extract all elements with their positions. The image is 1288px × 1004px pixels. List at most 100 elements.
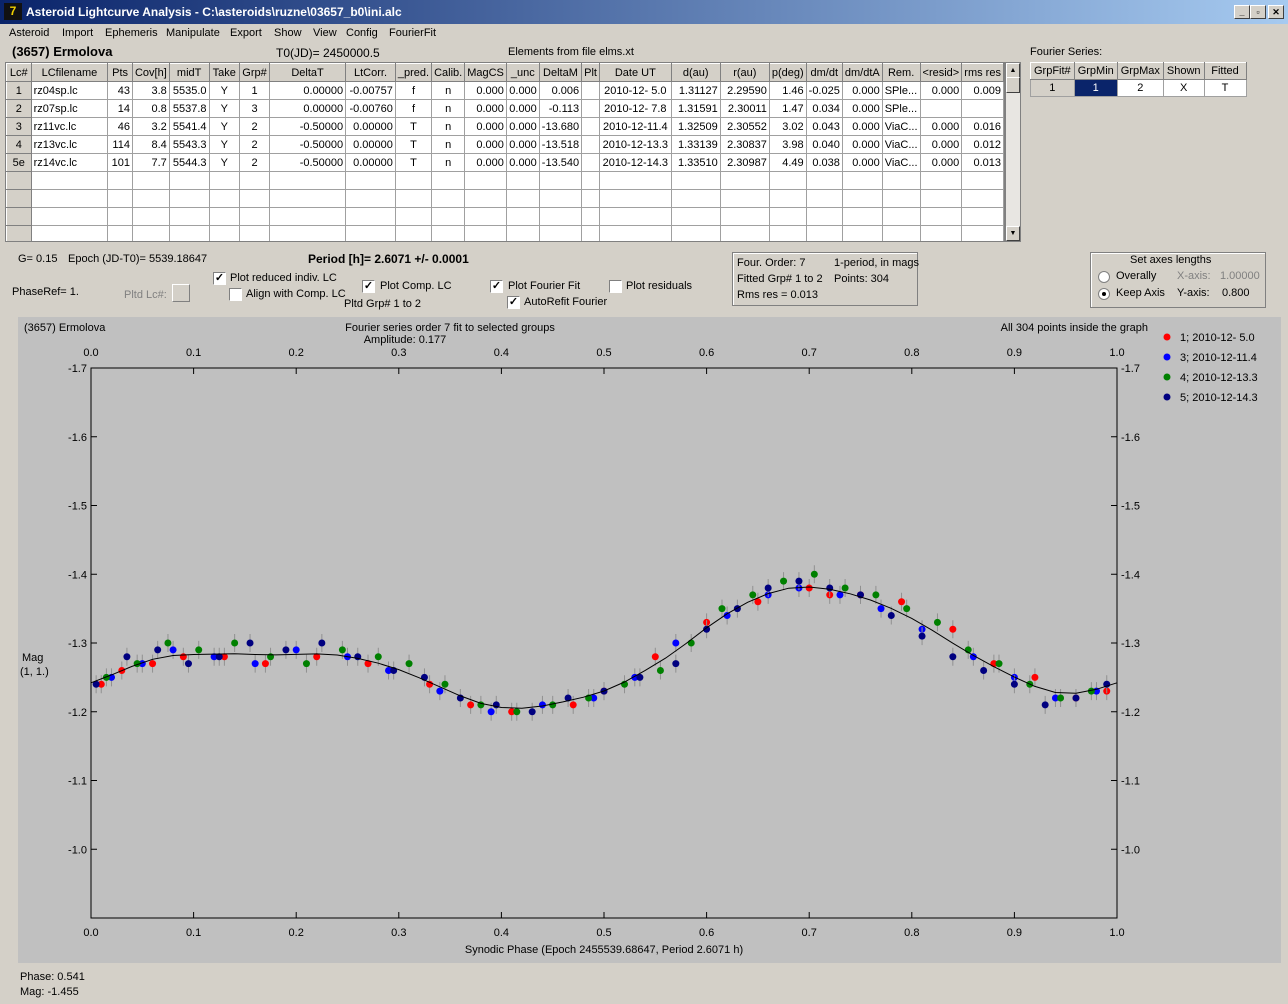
data-point — [405, 660, 413, 668]
x-tick-label-bottom: 0.6 — [699, 927, 714, 939]
data-point — [949, 625, 957, 633]
data-point — [487, 708, 495, 716]
data-point — [672, 639, 680, 647]
x-tick-label-top: 0.7 — [802, 347, 817, 359]
data-point — [282, 646, 290, 654]
x-tick-label-top: 0.0 — [83, 347, 98, 359]
y-tick-label-right: -1.0 — [1121, 844, 1140, 856]
data-point — [780, 577, 788, 585]
y-tick-label-left: -1.7 — [68, 363, 87, 375]
data-point — [467, 701, 475, 709]
data-point — [1010, 680, 1018, 688]
data-point — [1072, 694, 1080, 702]
data-point — [184, 660, 192, 668]
data-point — [877, 605, 885, 613]
x-tick-label-top: 0.1 — [186, 347, 201, 359]
data-point — [195, 646, 203, 654]
data-point — [169, 646, 177, 654]
data-point — [810, 570, 818, 578]
data-point — [338, 646, 346, 654]
x-tick-label-bottom: 0.2 — [289, 927, 304, 939]
data-point — [805, 584, 813, 592]
data-point — [569, 701, 577, 709]
y-tick-label-right: -1.7 — [1121, 363, 1140, 375]
data-point — [795, 577, 803, 585]
data-point — [261, 660, 269, 668]
chart-points-note: All 304 points inside the graph — [1001, 322, 1148, 334]
x-tick-label-top: 0.6 — [699, 347, 714, 359]
x-tick-label-top: 0.3 — [391, 347, 406, 359]
x-tick-label-top: 0.4 — [494, 347, 509, 359]
x-tick-label-bottom: 1.0 — [1109, 927, 1124, 939]
data-point — [374, 653, 382, 661]
data-point — [903, 605, 911, 613]
data-point — [528, 708, 536, 716]
data-point — [887, 612, 895, 619]
data-point — [672, 660, 680, 668]
data-point — [513, 708, 521, 716]
legend-marker — [1163, 333, 1171, 341]
x-tick-label-bottom: 0.3 — [391, 927, 406, 939]
data-point — [872, 591, 880, 599]
y-tick-label-right: -1.2 — [1121, 707, 1140, 719]
y-tick-label-right: -1.3 — [1121, 638, 1140, 650]
x-tick-label-bottom: 0.8 — [904, 927, 919, 939]
data-point — [764, 584, 772, 592]
chart-amplitude: Amplitude: 0.177 — [364, 334, 447, 346]
lightcurve-chart[interactable]: 0.0 0.0 0.1 0.1 0.2 0.2 0.3 0.3 0.4 0.4 0.5 0.5 0.6 0… — [0, 0, 1288, 1004]
data-point — [231, 639, 239, 647]
legend-label: 1; 2010-12- 5.0 — [1180, 332, 1255, 344]
data-point — [538, 701, 546, 709]
legend-marker — [1163, 353, 1171, 361]
data-point — [718, 605, 726, 613]
data-point — [656, 667, 664, 674]
legend-label: 3; 2010-12-11.4 — [1180, 352, 1257, 364]
x-tick-label-bottom: 0.4 — [494, 927, 509, 939]
status-phase: Phase: 0.541 — [20, 971, 85, 983]
x-tick-label-top: 0.9 — [1007, 347, 1022, 359]
x-tick-label-bottom: 0.7 — [802, 927, 817, 939]
data-point — [1041, 701, 1049, 709]
x-tick-label-top: 1.0 — [1109, 347, 1124, 359]
data-point — [292, 646, 300, 654]
data-point — [651, 653, 659, 661]
plot-frame — [90, 367, 1118, 919]
y-tick-label-right: -1.1 — [1121, 776, 1140, 788]
data-point — [1031, 673, 1039, 681]
y-tick-label-left: -1.0 — [68, 844, 87, 856]
x-tick-label-top: 0.8 — [904, 347, 919, 359]
legend-marker — [1163, 373, 1171, 381]
data-point — [436, 687, 444, 695]
x-tick-label-bottom: 0.0 — [83, 927, 98, 939]
y-tick-label-left: -1.3 — [68, 638, 87, 650]
data-point — [154, 646, 162, 654]
chart-subtitle: Fourier series order 7 fit to selected g… — [345, 322, 555, 334]
data-point — [246, 639, 254, 647]
x-tick-label-bottom: 0.5 — [596, 927, 611, 939]
y-tick-label-right: -1.4 — [1121, 569, 1140, 581]
data-point — [251, 660, 259, 668]
y-tick-label-right: -1.5 — [1121, 501, 1140, 513]
data-point — [980, 667, 988, 674]
legend-marker — [1163, 393, 1171, 401]
data-point — [123, 653, 131, 661]
data-point — [995, 660, 1003, 668]
data-point — [1057, 694, 1065, 702]
x-tick-label-top: 0.5 — [596, 347, 611, 359]
data-point — [441, 680, 449, 688]
data-point — [164, 639, 172, 647]
x-tick-label-bottom: 0.9 — [1007, 927, 1022, 939]
data-point — [933, 618, 941, 626]
data-point — [918, 632, 926, 640]
y-tick-label-left: -1.5 — [68, 501, 87, 513]
x-tick-label-bottom: 0.1 — [186, 927, 201, 939]
data-point — [302, 660, 310, 668]
y-axis-sublabel: (1, 1.) — [20, 666, 49, 678]
y-tick-label-left: -1.6 — [68, 432, 87, 444]
data-point — [687, 639, 695, 647]
legend-label: 4; 2010-12-13.3 — [1180, 372, 1258, 384]
data-point — [179, 653, 187, 661]
y-tick-label-left: -1.2 — [68, 707, 87, 719]
data-point — [949, 653, 957, 661]
y-axis-label: Mag — [22, 652, 43, 664]
